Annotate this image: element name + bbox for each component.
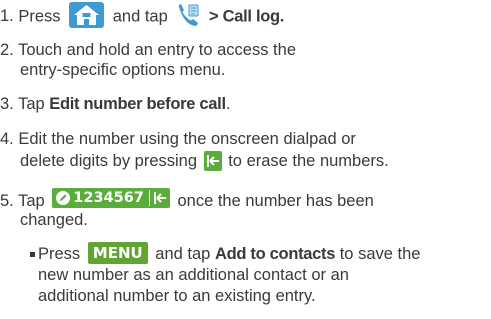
step-5: 5. Tap 1234567 once the number has been: [0, 188, 374, 211]
add-to-contacts-label: Add to contacts: [214, 245, 336, 263]
pencil-icon: [56, 191, 71, 205]
step-3: 3. Tap Edit number before call.: [0, 94, 230, 114]
step-text: Tap: [18, 192, 45, 210]
step-text: delete digits by pressing: [20, 152, 198, 170]
step-number: 3.: [0, 95, 14, 113]
step-text: and tap: [112, 7, 168, 26]
step-4: 4. Edit the number using the onscreen di…: [0, 129, 356, 149]
step-2: 2. Touch and hold an entry to access the: [0, 40, 296, 60]
field-divider: [148, 190, 150, 206]
edit-number-label: Edit number before call: [49, 95, 226, 113]
sub-step-line-3: additional number to an existing entry.: [38, 286, 316, 306]
step-number: 5.: [0, 192, 14, 210]
step-5-line-2: changed.: [20, 210, 88, 230]
step-text: to erase the numbers.: [228, 152, 389, 170]
step-text: additional number to an existing entry.: [38, 287, 316, 305]
step-text: Press: [18, 7, 61, 26]
step-number: 4.: [0, 130, 14, 148]
home-icon: [69, 2, 105, 28]
step-text: Touch and hold an entry to access the: [18, 41, 296, 59]
step-text: .: [225, 95, 231, 113]
step-text: changed.: [20, 211, 88, 229]
menu-key: MENU: [87, 242, 148, 264]
phone-icon: [176, 3, 200, 27]
step-text: to save the: [339, 245, 421, 263]
step-text: once the number has been: [177, 192, 374, 210]
bullet: [30, 252, 35, 257]
backspace-icon: [203, 150, 222, 171]
step-number: 1.: [0, 7, 14, 26]
step-text: Tap: [18, 95, 45, 113]
backspace-icon: [153, 191, 167, 205]
step-4-line-2: delete digits by pressing to erase the n…: [20, 150, 389, 172]
call-log-label: > Call log.: [208, 7, 285, 26]
step-text: Edit the number using the onscreen dialp…: [18, 130, 356, 148]
step-text: new number as an additional contact or a…: [38, 266, 349, 284]
step-number: 2.: [0, 41, 14, 59]
step-text: entry-specific options menu.: [20, 61, 226, 79]
step-text: Press: [38, 245, 81, 263]
step-2-line-2: entry-specific options menu.: [20, 60, 225, 80]
sub-step: Press MENU and tap Add to contacts to sa…: [38, 242, 421, 265]
step-text: and tap: [155, 245, 211, 263]
sub-step-line-2: new number as an additional contact or a…: [38, 265, 349, 285]
step-1: 1. Press and tap > Call log.: [0, 2, 285, 30]
instruction-page: 1. Press and tap > Call log. 2. Touch an…: [0, 0, 491, 319]
field-number-value: 1234567: [73, 190, 144, 206]
number-field: 1234567: [52, 188, 170, 208]
